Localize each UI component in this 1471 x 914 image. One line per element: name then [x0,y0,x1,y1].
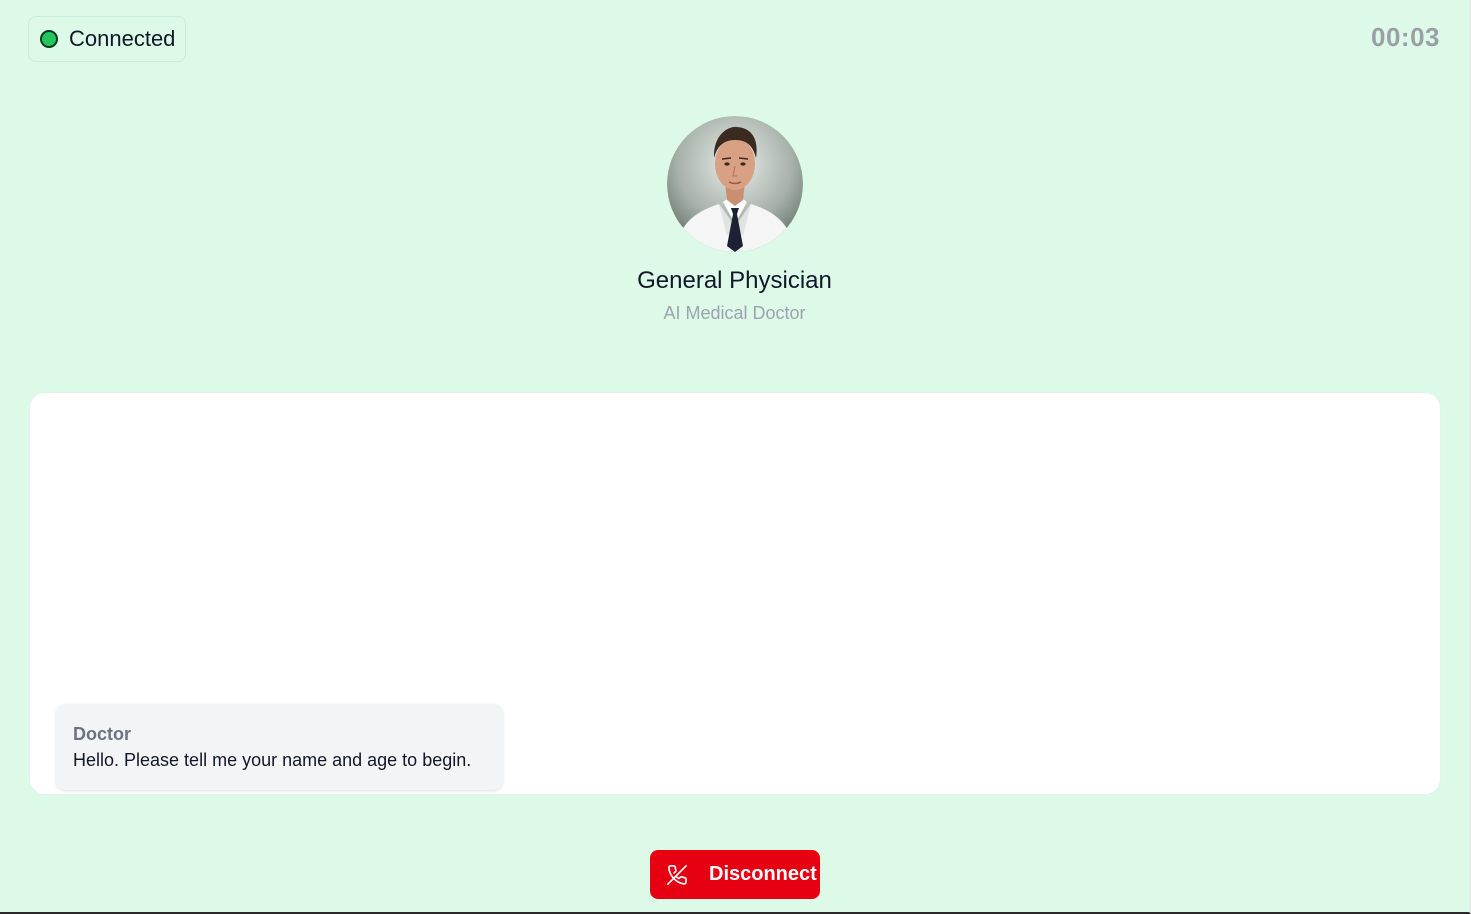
doctor-name: General Physician [637,267,832,294]
transcript-panel[interactable]: Doctor Hello. Please tell me your name a… [29,392,1441,795]
call-screen: Connected 00:03 General Physician AI Med… [0,0,1471,914]
message-bubble-doctor: Doctor Hello. Please tell me your name a… [56,704,503,790]
doctor-profile: General Physician AI Medical Doctor [0,116,1469,324]
disconnect-button[interactable]: Disconnect [650,850,820,899]
call-timer: 00:03 [1371,22,1440,52]
status-dot-icon [40,30,58,48]
doctor-subtitle: AI Medical Doctor [663,303,806,323]
message-text: Hello. Please tell me your name and age … [73,750,472,770]
phone-off-icon [667,864,687,885]
status-label: Connected [69,26,176,51]
connection-status-badge: Connected [28,16,186,62]
disconnect-label: Disconnect [709,863,817,885]
doctor-avatar [666,116,803,252]
message-sender: Doctor [73,724,131,744]
